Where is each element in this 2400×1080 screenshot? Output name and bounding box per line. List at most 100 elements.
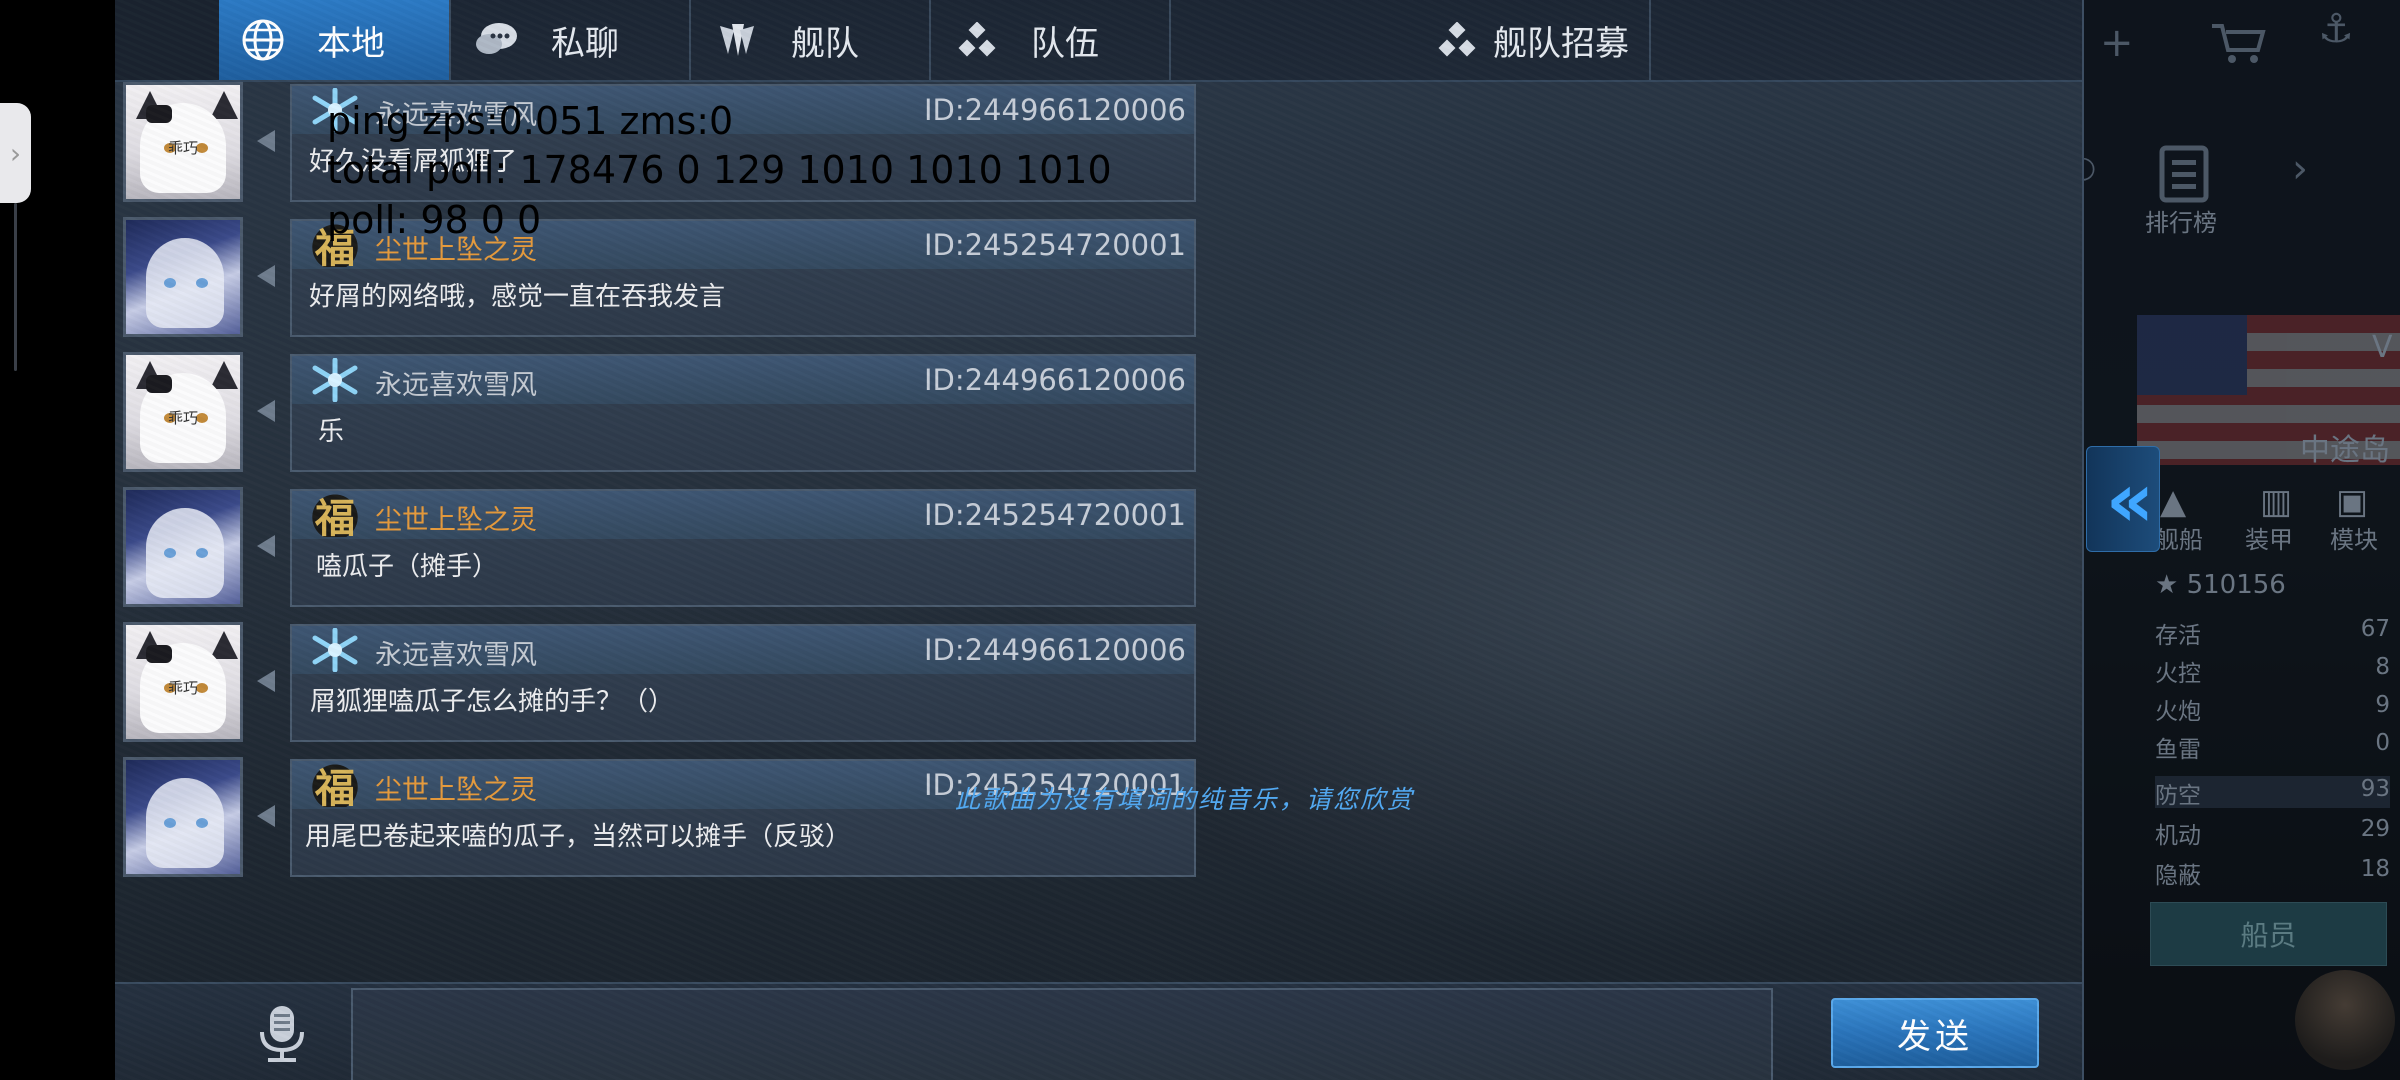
stat-row: 隐蔽 18 [2155,856,2390,889]
sender-name[interactable]: 尘世上坠之灵 [375,498,537,537]
stat-row: 防空 93 [2155,776,2390,809]
stat-row: 机动 29 [2155,816,2390,849]
armor-tab-icon: ▥ [2260,482,2293,522]
edge-pull-tab[interactable]: › [0,103,31,203]
anchor-icon: ⚓ [2318,6,2354,52]
microphone-icon[interactable] [255,1004,309,1064]
tab-local[interactable]: 本地 [219,0,451,80]
avatar[interactable]: 乖巧 [123,82,243,202]
music-marquee: 此歌曲为没有填词的纯音乐，请您欣赏 [955,785,1415,814]
message-header: 永远喜欢雪风 ID:244966120006 [292,356,1194,404]
bubble-pointer [257,805,275,827]
bubble-pointer [257,130,275,152]
ship-name: 中途岛 [2300,433,2390,468]
bubble-pointer [257,265,275,287]
sender-id: ID:245254720001 [923,498,1186,532]
chevron-right-icon: › [9,136,22,170]
message-bubble: 福 尘世上坠之灵 ID:245254720001 用尾巴卷起来嗑的瓜子，当然可以… [290,759,1196,877]
message-text: 乐 [318,417,345,447]
avatar[interactable] [123,757,243,877]
sender-name[interactable]: 尘世上坠之灵 [375,768,537,807]
sender-id: ID:244966120006 [923,633,1186,667]
message-text: 好屑的网络哦，感觉一直在吞我发言 [309,282,726,312]
ship-tab-icon: ▲ [2160,482,2187,522]
sender-id: ID:245254720001 [923,228,1186,262]
add-icon: + [2100,20,2134,66]
bubble-pointer [257,400,275,422]
stat-row: 火炮 9 [2155,692,2390,725]
bg-tab-armor: 装甲 [2245,526,2293,554]
avatar-caption: 乖巧 [167,679,198,697]
double-chevron-left-icon: ‹‹ [2105,454,2154,544]
avatar[interactable] [123,487,243,607]
tab-label: 舰队 [791,23,859,64]
bg-tab-ship: 舰船 [2155,526,2203,554]
cart-icon [2210,22,2266,74]
stat-row: 鱼雷 0 [2155,730,2390,763]
next-arrow-icon: › [2292,146,2308,192]
tab-bar-spacer [115,0,221,80]
avatar-caption: 乖巧 [167,409,198,427]
chat-message: 乖巧 永远喜欢雪风 ID:244966120006 屑狐狸嗑瓜子怎么摊的手？（） [115,622,1215,750]
commander-avatar [2295,970,2395,1070]
chat-message: 福 尘世上坠之灵 ID:245254720001 用尾巴卷起来嗑的瓜子，当然可以… [115,757,1215,885]
bg-tab-module: 模块 [2330,526,2378,554]
avatar-caption: 乖巧 [167,139,198,157]
tab-private-chat[interactable]: 私聊 [451,0,691,80]
crew-button: 船员 [2150,902,2387,966]
tab-team[interactable]: 队伍 [931,0,1171,80]
sender-name[interactable]: 永远喜欢雪风 [375,363,537,402]
fortune-badge-icon: 福 [302,763,368,812]
chat-tab-bar: 本地 私聊 舰队 队伍 舰队招募 [115,0,2082,82]
module-tab-icon: ▣ [2336,482,2369,522]
avatar[interactable] [123,217,243,337]
power-value: ★ 510156 [2155,570,2286,600]
fortune-badge-icon: 福 [302,493,368,542]
bubble-pointer [257,535,275,557]
message-text: 屑狐狸嗑瓜子怎么摊的手？（） [310,687,675,717]
chat-message: 乖巧 永远喜欢雪风 ID:244966120006 乐 [115,352,1215,480]
fleet-shield-icon [711,14,763,66]
send-button[interactable]: 发送 [1831,998,2039,1068]
bubble-pointer [257,670,275,692]
message-bubble: 永远喜欢雪风 ID:244966120006 屑狐狸嗑瓜子怎么摊的手？（） [290,624,1196,742]
tab-fleet-recruit[interactable]: 舰队招募 [1171,0,1651,80]
chat-message: 福 尘世上坠之灵 ID:245254720001 嗑瓜子（摊手） [115,487,1215,615]
ranking-label: 排行榜 [2145,209,2217,237]
stat-row: 火控 8 [2155,654,2390,687]
edge-indicator-line [14,203,17,371]
chat-bubble-icon [471,14,523,66]
message-header: 永远喜欢雪风 ID:244966120006 [292,626,1194,674]
message-bubble: 永远喜欢雪风 ID:244966120006 乐 [290,354,1196,472]
team-dots-icon [951,14,1003,66]
chat-message: 福 尘世上坠之灵 ID:245254720001 好屑的网络哦，感觉一直在吞我发… [115,217,1215,345]
debug-poll-line: poll: 98 0 0 [327,198,542,242]
stat-row: 存活 67 [2155,616,2390,649]
team-dots-icon [1431,14,1483,66]
collapse-chat-button[interactable]: ‹‹ [2086,446,2160,552]
message-header: 福 尘世上坠之灵 ID:245254720001 [292,491,1194,542]
globe-icon [237,14,289,66]
game-screen: › + ⚓ 排行榜 › ◐ V 中途岛 ▲ ▥ ▣ 舰船 装甲 模块 ★ 510… [0,0,2400,1080]
snowflake-badge-icon [302,358,368,402]
debug-ping-line: ping zps:0.051 zms:0 [327,99,734,143]
message-input[interactable] [351,988,1773,1080]
sender-id: ID:244966120006 [923,363,1186,397]
tab-label: 队伍 [1031,23,1099,64]
avatar[interactable]: 乖巧 [123,622,243,742]
tab-label: 舰队招募 [1493,23,1629,64]
message-bubble: 福 尘世上坠之灵 ID:245254720001 嗑瓜子（摊手） [290,489,1196,607]
tab-label: 私聊 [551,23,619,64]
tab-fleet[interactable]: 舰队 [691,0,931,80]
sender-name[interactable]: 永远喜欢雪风 [375,633,537,672]
avatar[interactable]: 乖巧 [123,352,243,472]
chat-input-bar: 发送 [115,982,2082,1080]
tab-label: 本地 [317,23,385,64]
snowflake-badge-icon [302,628,368,672]
power-number: 510156 [2186,570,2286,600]
message-text: 用尾巴卷起来嗑的瓜子，当然可以摊手（反驳） [305,822,852,852]
ship-rank-letter: V [2372,330,2393,365]
message-text: 嗑瓜子（摊手） [316,552,499,582]
debug-total-poll-line: total poll: 178476 0 129 1010 1010 1010 [327,148,1112,192]
sender-id: ID:244966120006 [923,93,1186,127]
